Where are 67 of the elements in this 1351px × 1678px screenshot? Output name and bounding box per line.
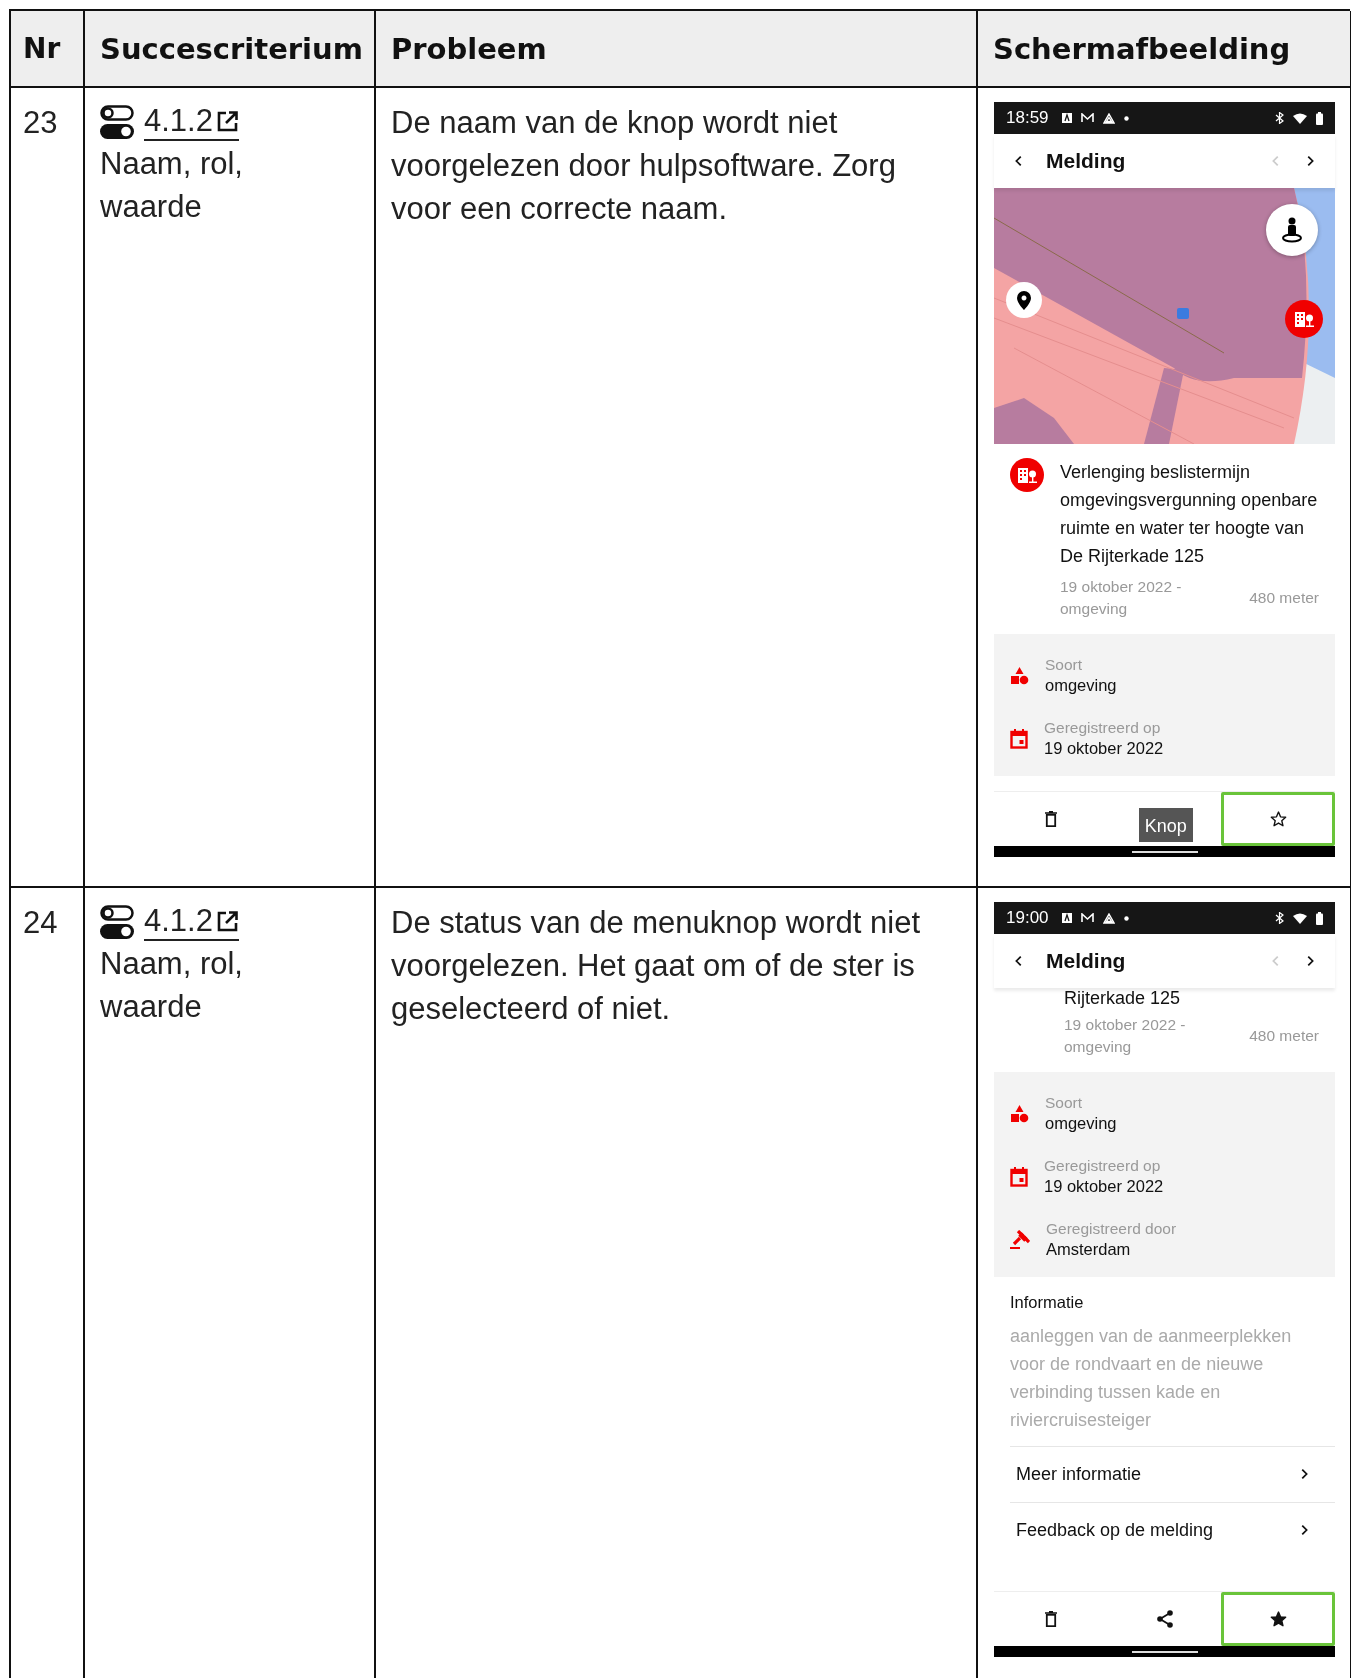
- building-tree-icon: [1294, 311, 1314, 327]
- toggle-icon: [100, 904, 134, 939]
- external-link-icon: [216, 109, 239, 132]
- triangle-icon: [1102, 912, 1115, 924]
- wifi-icon: [1293, 112, 1307, 124]
- triangle-icon: [1102, 112, 1115, 124]
- app-title: Melding: [1046, 947, 1127, 974]
- shapes-icon: [1010, 1104, 1029, 1123]
- toggle-icon: [100, 104, 134, 139]
- shapes-icon: [1010, 666, 1029, 685]
- notice-date: 19 oktober 2022 - omgeving: [1060, 577, 1183, 619]
- detail-value: 19 oktober 2022: [1044, 1176, 1164, 1197]
- detail-value: omgeving: [1045, 675, 1117, 696]
- dot-icon: [1123, 115, 1129, 121]
- row-number: 24: [23, 905, 58, 940]
- problem-text: De naam van de knop wordt niet voorgelezen door hulpsoftware. Zorg voor een correcte naam.: [391, 104, 897, 228]
- detail-value: 19 oktober 2022: [1044, 738, 1164, 759]
- battery-icon: [1316, 911, 1323, 925]
- detail-label: Geregistreerd op: [1044, 718, 1162, 738]
- building-tree-icon: [1017, 467, 1037, 483]
- status-time: 18:59: [1006, 107, 1049, 130]
- battery-icon: [1316, 111, 1323, 125]
- detail-label: Geregistreerd op: [1044, 1156, 1162, 1176]
- column-header: Succescriterium: [85, 11, 376, 88]
- problem-text: De status van de menuknop wordt niet voorgelezen. Het gaat om of de ster is geselecteerd of niet.: [391, 904, 922, 1028]
- app-notification-icon: [1061, 113, 1072, 123]
- notice-date: 19 oktober 2022 - omgeving: [1064, 1015, 1187, 1057]
- criterion-name: Naam, rol, waarde: [100, 945, 244, 1026]
- info-heading: Informatie: [1010, 1292, 1085, 1313]
- row-number: 23: [23, 105, 58, 140]
- notice-distance: 480 meter: [1249, 1026, 1319, 1047]
- trash-icon: [1044, 811, 1057, 827]
- detail-value: Amsterdam: [1046, 1239, 1132, 1260]
- notice-distance: 480 meter: [1249, 588, 1319, 609]
- tooltip: Knop: [1138, 808, 1193, 842]
- criterion-link[interactable]: 4.1.2: [144, 102, 239, 142]
- app-title: Melding: [1046, 147, 1127, 174]
- person-icon: [1281, 217, 1303, 243]
- external-link-icon: [216, 909, 239, 932]
- trash-icon: [1044, 1611, 1057, 1627]
- column-header: Probleem: [376, 11, 978, 88]
- share-icon: [1155, 1610, 1174, 1628]
- column-header: Schermafbeelding: [978, 11, 1351, 88]
- calendar-icon: [1010, 728, 1028, 749]
- wifi-icon: [1293, 912, 1307, 924]
- detail-label: Soort: [1045, 1093, 1084, 1113]
- notice-title: Verlenging beslistermijn omgevingsvergunning openbare ruimte en water ter hoogte van De Rijterkade 125: [1060, 461, 1319, 568]
- dot-icon: [1123, 915, 1129, 921]
- mail-icon: [1080, 113, 1094, 123]
- app-notification-icon: [1061, 913, 1072, 923]
- detail-value: omgeving: [1045, 1113, 1117, 1134]
- detail-label: Soort: [1045, 655, 1084, 675]
- calendar-icon: [1010, 1166, 1028, 1187]
- bluetooth-icon: [1275, 912, 1284, 924]
- map-pin-icon: [1017, 290, 1031, 310]
- criterion-link[interactable]: 4.1.2: [144, 902, 239, 942]
- bluetooth-icon: [1275, 112, 1284, 124]
- info-text: aanleggen van de aanmeerplekken voor de rondvaart en de nieuwe verbinding tussen kade en riviercruisesteiger: [1010, 1324, 1293, 1432]
- detail-label: Geregistreerd door: [1046, 1219, 1177, 1239]
- link-row[interactable]: Meer informatie: [1010, 1445, 1335, 1502]
- criterion-name: Naam, rol, waarde: [100, 145, 244, 226]
- notice-title: Rijterkade 125: [1064, 988, 1182, 1008]
- gavel-icon: [1010, 1230, 1030, 1249]
- mail-icon: [1080, 913, 1094, 923]
- status-time: 19:00: [1006, 907, 1049, 930]
- link-row[interactable]: Feedback op de melding: [1010, 1501, 1335, 1558]
- column-header: Nr: [11, 11, 85, 88]
